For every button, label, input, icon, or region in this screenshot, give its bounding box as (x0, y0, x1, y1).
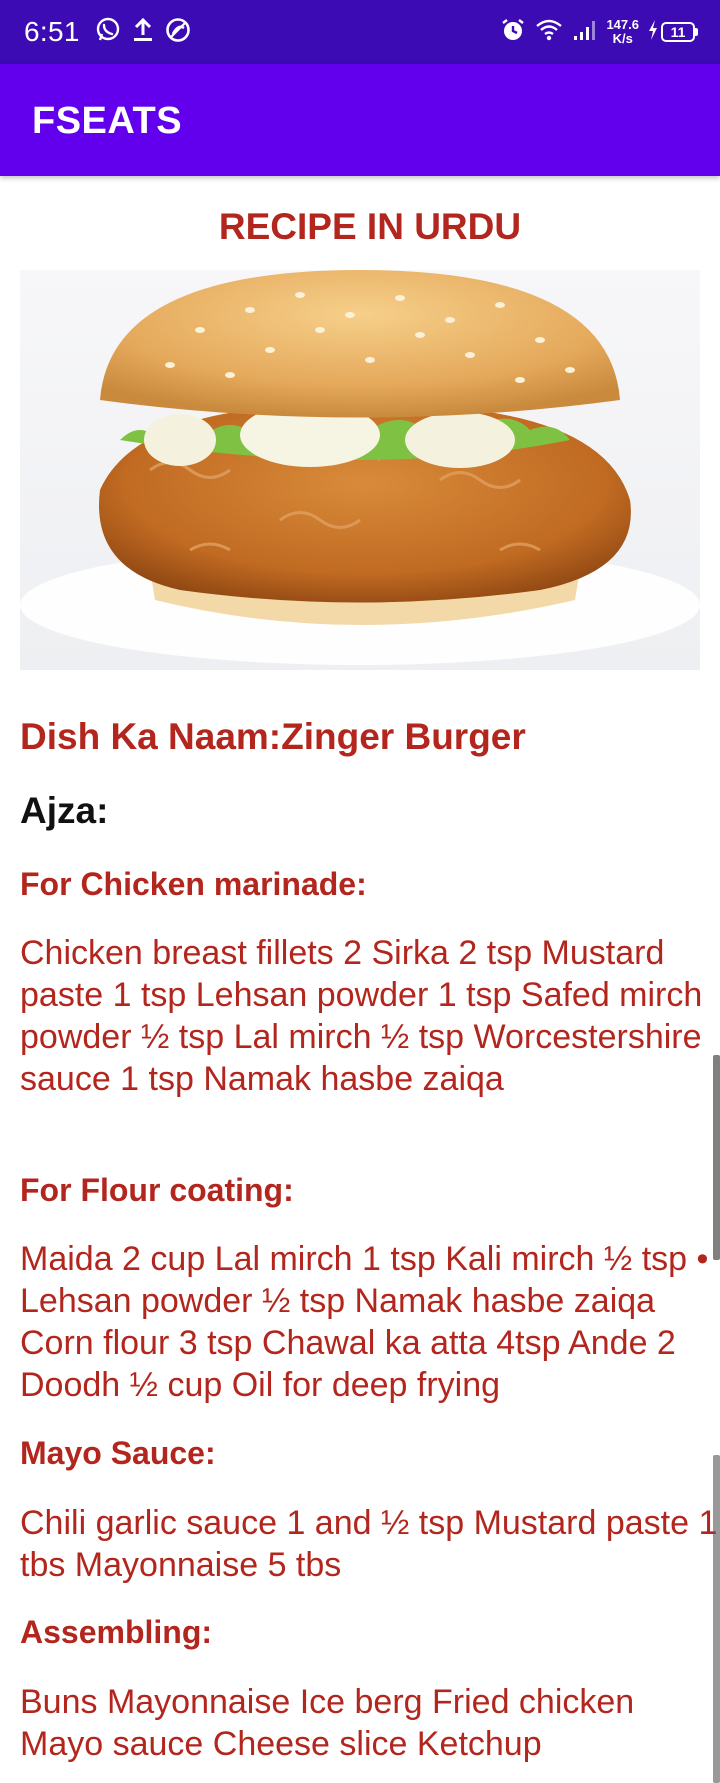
status-bar: 6:51 147.6 K/s 11 (0, 0, 720, 64)
status-right: 147.6 K/s 11 (492, 0, 698, 64)
section-text-assembling: Buns Mayonnaise Ice berg Fried chicken M… (20, 1683, 635, 1763)
signal-icon (572, 18, 600, 47)
page-heading: RECIPE IN URDU (218, 206, 522, 247)
app-title: FSEATS (32, 100, 183, 142)
charging-icon (647, 19, 659, 46)
wifi-icon (534, 17, 564, 48)
upload-icon (130, 16, 156, 49)
battery-level: 11 (661, 22, 695, 42)
section-title-assembling: Assembling: (20, 1614, 213, 1650)
section-title-chicken-marinade: For Chicken marinade: (20, 866, 367, 902)
whatsapp-icon (94, 16, 122, 49)
sync-icon (164, 16, 192, 49)
network-speed-unit: K/s (612, 31, 633, 46)
app-bar: FSEATS (0, 64, 720, 176)
burger-illustration (20, 270, 700, 665)
battery-indicator: 11 (661, 22, 698, 42)
ajza-label: Ajza: (20, 790, 109, 831)
section-text-chicken-marinade: Chicken breast fillets 2 Sirka 2 tsp Mus… (20, 934, 703, 1098)
section-title-mayo-sauce: Mayo Sauce: (20, 1435, 216, 1471)
battery-tip (695, 28, 698, 36)
status-time: 6:51 (24, 16, 80, 47)
dish-name: Dish Ka Naam:Zinger Burger (20, 716, 526, 757)
section-text-flour-coating: Maida 2 cup Lal mirch 1 tsp Kali mirch ½… (20, 1240, 709, 1404)
section-title-flour-coating: For Flour coating: (20, 1172, 294, 1208)
section-text-mayo-sauce: Chili garlic sauce 1 and ½ tsp Mustard p… (20, 1504, 718, 1584)
network-speed: 147.6 K/s (606, 18, 639, 46)
dish-image (20, 270, 700, 670)
scrollbar-track-lower[interactable] (713, 1455, 720, 1783)
scrollbar-thumb[interactable] (713, 1055, 720, 1260)
status-left: 6:51 (24, 0, 192, 64)
network-speed-value: 147.6 (606, 17, 639, 32)
alarm-icon (500, 17, 526, 48)
